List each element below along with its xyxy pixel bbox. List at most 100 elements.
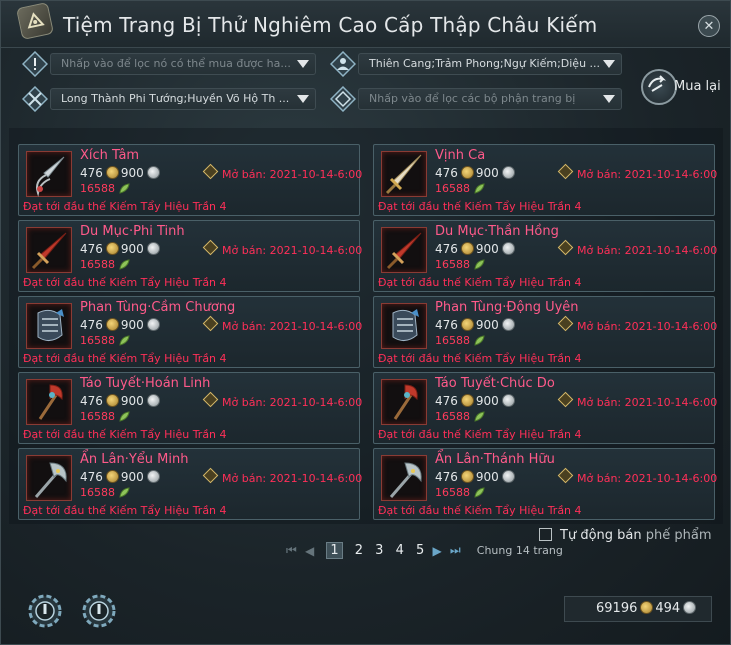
slot-filter-dropdown[interactable]: Nhấp vào để lọc các bộ phận trang bị (358, 88, 622, 110)
sale-time-label: Mở bán: 2021-10-14-6:00 (222, 396, 363, 409)
price-gold: 476 (80, 242, 103, 256)
item-requirement: Đạt tới đầu thế Kiếm Tẩy Hiệu Trần 4 (23, 352, 227, 365)
item-name: Phan Tùng·Cầm Chương (80, 300, 236, 315)
dagger-icon[interactable] (26, 151, 72, 197)
buyback-label: Mua lại (674, 79, 721, 94)
item-card[interactable]: Phan Tùng·Cầm Chương 476 900 16588 Mở bán: 2… (18, 296, 362, 368)
axe-icon[interactable] (381, 455, 427, 501)
sword-icon[interactable] (26, 227, 72, 273)
last-page-icon[interactable]: ⏭ (450, 543, 461, 558)
axe-icon[interactable] (26, 455, 72, 501)
price-silver: 900 (475, 470, 499, 484)
greatsword-icon[interactable] (381, 151, 427, 197)
staff-icon[interactable] (381, 379, 427, 425)
silver-coin-icon (501, 166, 515, 179)
second-price-value: 16588 (435, 410, 470, 423)
gold-coin-icon (105, 242, 119, 255)
item-card[interactable]: Du Mục·Thần Hồng 476 900 16588 Mở bán: 2021-… (373, 220, 718, 292)
price-gold: 476 (435, 470, 458, 484)
sale-time-label: Mở bán: 2021-10-14-6:00 (577, 168, 718, 181)
auto-sell-toggle[interactable]: Tự động bán phế phẩm (539, 528, 712, 543)
gold-coin-icon (105, 470, 119, 483)
item-card[interactable]: Xích Tâm 476 900 16588 Mở bán: 2021-10-14-6:… (18, 144, 362, 216)
item-card[interactable]: Du Mục·Phi Tinh 476 900 16588 Mở bán: 2021-1… (18, 220, 363, 292)
next-page-icon[interactable]: ▶ (432, 544, 441, 558)
clock-icon (557, 163, 574, 180)
item-card[interactable]: Táo Tuyết·Chúc Do 476 900 16588 Mở bán: 2021… (373, 372, 717, 444)
silver-coin-icon (501, 318, 515, 331)
auto-sell-checkbox[interactable] (539, 528, 552, 541)
item-second-price: 16588 (80, 258, 130, 271)
item-name: Táo Tuyết·Chúc Do (435, 376, 555, 391)
second-price-value: 16588 (435, 258, 470, 271)
item-requirement: Đạt tới đầu thế Kiếm Tẩy Hiệu Trần 4 (378, 200, 582, 213)
gauntlet-icon[interactable] (26, 303, 72, 349)
set-filter-icon (21, 85, 49, 113)
clock-icon (557, 239, 574, 256)
close-button[interactable]: ✕ (698, 15, 720, 37)
staff-icon[interactable] (26, 379, 72, 425)
sale-time: Mở bán: 2021-10-14-6:00 (202, 315, 362, 333)
chevron-down-icon (297, 60, 309, 68)
price-silver: 900 (120, 318, 144, 332)
chevron-down-icon (297, 95, 309, 103)
item-requirement: Đạt tới đầu thế Kiếm Tẩy Hiệu Trần 4 (378, 276, 582, 289)
auto-sell-suffix: phế phẩm (645, 528, 712, 543)
slot-filter-icon (329, 85, 357, 113)
sale-time: Mở bán: 2021-10-14-6:00 (202, 391, 363, 409)
price-gold: 476 (80, 166, 103, 180)
silver-coin-icon (146, 242, 160, 255)
first-page-icon[interactable]: ⏮ (286, 543, 297, 558)
gold-coin-icon (460, 166, 474, 179)
item-card[interactable]: Vịnh Ca 476 900 16588 Mở bán: 2021-10-14-6:0… (373, 144, 718, 216)
warning-filter-icon (21, 50, 49, 78)
clock-icon (557, 467, 574, 484)
item-card[interactable]: Phan Tùng·Động Uyên 476 900 16588 Mở bán: 20… (373, 296, 717, 368)
set-filter-dropdown[interactable]: Long Thành Phi Tướng;Huyền Võ Hộ Th ... (50, 88, 316, 110)
sale-time: Mở bán: 2021-10-14-6:00 (202, 467, 362, 485)
sale-time-label: Mở bán: 2021-10-14-6:00 (577, 244, 718, 257)
page-2[interactable]: 2 (355, 543, 363, 558)
school-filter-dropdown[interactable]: Thiên Cang;Trảm Phong;Ngự Kiếm;Diệu ... (358, 53, 622, 75)
clock-icon (202, 163, 219, 180)
sale-time: Mở bán: 2021-10-14-6:00 (557, 315, 717, 333)
price-silver: 900 (120, 470, 144, 484)
item-second-price: 16588 (435, 258, 485, 271)
power-button[interactable] (27, 593, 63, 629)
leaf-icon (470, 334, 485, 347)
item-card[interactable]: Ẩn Lân·Yểu Minh 476 900 16588 Mở bán: 2021-1… (18, 448, 362, 520)
sword-icon[interactable] (381, 227, 427, 273)
page-4[interactable]: 4 (396, 543, 404, 558)
sale-time: Mở bán: 2021-10-14-6:00 (202, 239, 363, 257)
page-3[interactable]: 3 (375, 543, 383, 558)
silver-total: 69196 (596, 601, 638, 616)
page-1[interactable]: 1 (326, 542, 343, 559)
item-name: Ẩn Lân·Thánh Hữu (435, 452, 555, 467)
leaf-icon (470, 258, 485, 271)
power-alt-button[interactable] (81, 593, 117, 629)
item-card[interactable]: Táo Tuyết·Hoán Linh 476 900 16588 Mở bán: 20… (18, 372, 363, 444)
item-second-price: 16588 (80, 486, 130, 499)
item-price: 476 900 (80, 470, 162, 484)
sale-time-label: Mở bán: 2021-10-14-6:00 (222, 244, 363, 257)
item-price: 476 900 (80, 242, 162, 256)
gold-coin-icon (460, 318, 474, 331)
school-filter-icon (329, 50, 357, 78)
gold-coin-icon (460, 394, 474, 407)
gauntlet-icon[interactable] (381, 303, 427, 349)
item-second-price: 16588 (80, 334, 130, 347)
price-silver: 900 (475, 166, 499, 180)
gold-coin-icon (105, 166, 119, 179)
clock-icon (202, 315, 219, 332)
item-name: Xích Tâm (80, 148, 140, 163)
purchasable-filter-dropdown[interactable]: Nhấp vào để lọc nó có thể mua được ha... (50, 53, 316, 75)
prev-page-icon[interactable]: ◀ (305, 544, 314, 558)
item-card[interactable]: Ẩn Lân·Thánh Hữu 476 900 16588 Mở bán: 2021-… (373, 448, 717, 520)
chevron-down-icon (603, 60, 615, 68)
page-5[interactable]: 5 (416, 543, 424, 558)
set-filter-value: Long Thành Phi Tướng;Huyền Võ Hộ Th ... (61, 92, 290, 105)
silver-coin-icon (146, 318, 160, 331)
item-price: 476 900 (80, 166, 162, 180)
second-price-value: 16588 (80, 334, 115, 347)
silver-coin-icon (683, 601, 697, 614)
